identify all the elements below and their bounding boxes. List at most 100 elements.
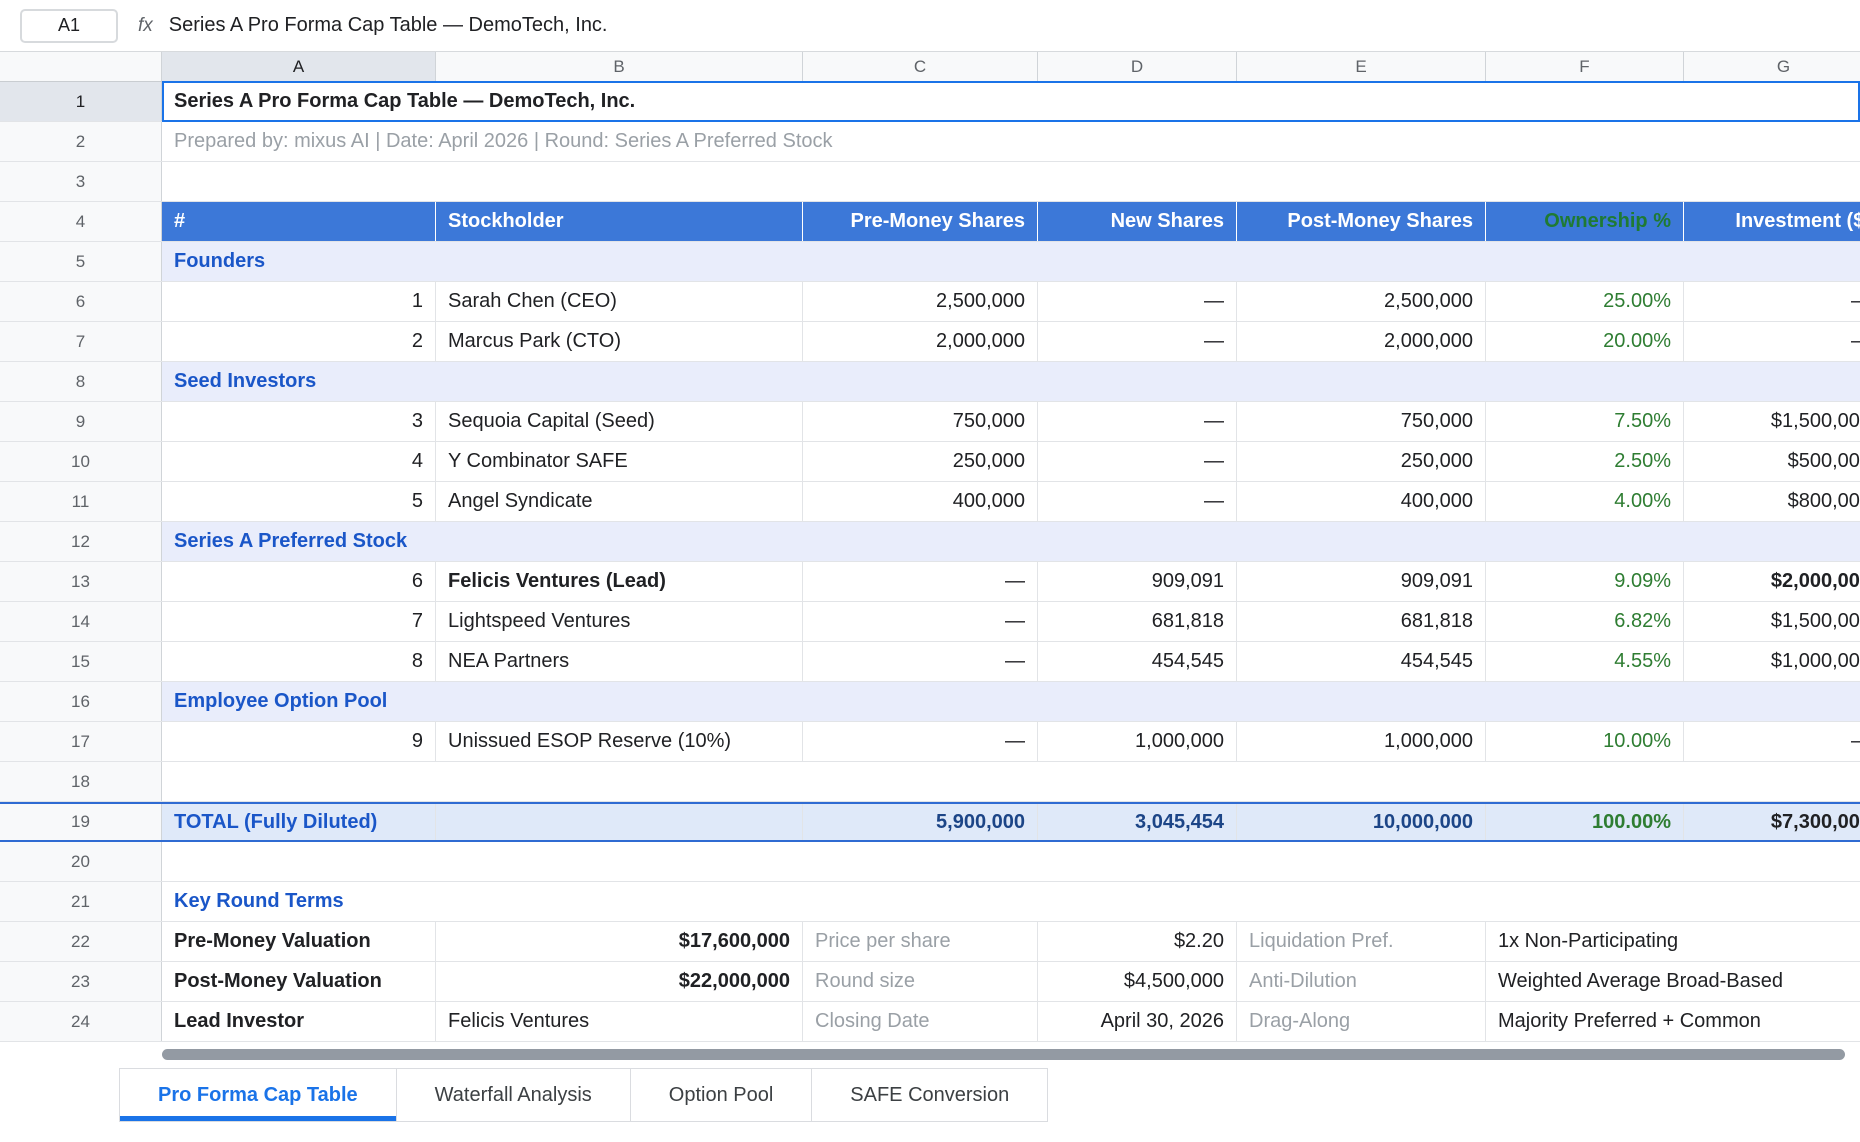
cell-A7[interactable]: 2 — [162, 322, 436, 361]
cell-G12[interactable] — [1684, 522, 1860, 561]
cell-E9[interactable]: 750,000 — [1237, 402, 1486, 441]
cell-A17[interactable]: 9 — [162, 722, 436, 761]
sheet-tab-waterfall-analysis[interactable]: Waterfall Analysis — [397, 1068, 631, 1122]
cell-F14[interactable]: 6.82% — [1486, 602, 1684, 641]
row-header-20[interactable]: 20 — [0, 842, 162, 881]
cell-C11[interactable]: 400,000 — [803, 482, 1038, 521]
cell-E3[interactable] — [1237, 162, 1486, 201]
cell-E13[interactable]: 909,091 — [1237, 562, 1486, 601]
cell-F22[interactable]: 1x Non-Participating — [1486, 922, 1684, 961]
cell-G16[interactable] — [1684, 682, 1860, 721]
cell-E19[interactable]: 10,000,000 — [1237, 804, 1486, 840]
cell-F8[interactable] — [1486, 362, 1684, 401]
cell-F18[interactable] — [1486, 762, 1684, 801]
cell-A9[interactable]: 3 — [162, 402, 436, 441]
row-header-11[interactable]: 11 — [0, 482, 162, 521]
cell-F21[interactable] — [1486, 882, 1684, 921]
cell-E18[interactable] — [1237, 762, 1486, 801]
cell-G9[interactable]: $1,500,000 — [1684, 402, 1860, 441]
cell-B17[interactable]: Unissued ESOP Reserve (10%) — [436, 722, 803, 761]
cell-C13[interactable]: — — [803, 562, 1038, 601]
cell-D10[interactable]: — — [1038, 442, 1237, 481]
cell-C14[interactable]: — — [803, 602, 1038, 641]
select-all-corner[interactable] — [0, 52, 162, 81]
cell-B14[interactable]: Lightspeed Ventures — [436, 602, 803, 641]
cell-G21[interactable] — [1684, 882, 1860, 921]
cell-B6[interactable]: Sarah Chen (CEO) — [436, 282, 803, 321]
cell-G10[interactable]: $500,000 — [1684, 442, 1860, 481]
cell-C1[interactable] — [803, 82, 1038, 121]
cell-A20[interactable] — [162, 842, 436, 881]
cell-F3[interactable] — [1486, 162, 1684, 201]
cell-B24[interactable]: Felicis Ventures — [436, 1002, 803, 1041]
cell-A14[interactable]: 7 — [162, 602, 436, 641]
cell-B12[interactable] — [436, 522, 803, 561]
cell-D23[interactable]: $4,500,000 — [1038, 962, 1237, 1001]
cell-B5[interactable] — [436, 242, 803, 281]
cell-D21[interactable] — [1038, 882, 1237, 921]
cell-F12[interactable] — [1486, 522, 1684, 561]
cell-A11[interactable]: 5 — [162, 482, 436, 521]
horizontal-scrollbar-thumb[interactable] — [162, 1049, 1845, 1060]
cell-G8[interactable] — [1684, 362, 1860, 401]
cell-A2[interactable]: Prepared by: mixus AI | Date: April 2026… — [162, 122, 436, 161]
cell-D16[interactable] — [1038, 682, 1237, 721]
cell-F17[interactable]: 10.00% — [1486, 722, 1684, 761]
cell-G7[interactable]: — — [1684, 322, 1860, 361]
cell-F10[interactable]: 2.50% — [1486, 442, 1684, 481]
cell-F6[interactable]: 25.00% — [1486, 282, 1684, 321]
cell-D24[interactable]: April 30, 2026 — [1038, 1002, 1237, 1041]
cell-F19[interactable]: 100.00% — [1486, 804, 1684, 840]
sheet-tab-pro-forma-cap-table[interactable]: Pro Forma Cap Table — [119, 1068, 397, 1122]
row-header-7[interactable]: 7 — [0, 322, 162, 361]
cell-D12[interactable] — [1038, 522, 1237, 561]
cell-B18[interactable] — [436, 762, 803, 801]
cell-F4[interactable]: Ownership % — [1486, 202, 1684, 241]
cell-G1[interactable] — [1684, 82, 1860, 121]
cell-F24[interactable]: Majority Preferred + Common — [1486, 1002, 1684, 1041]
cell-E21[interactable] — [1237, 882, 1486, 921]
cell-G22[interactable] — [1684, 922, 1860, 961]
cell-E20[interactable] — [1237, 842, 1486, 881]
row-header-19[interactable]: 19 — [0, 804, 162, 840]
cell-B4[interactable]: Stockholder — [436, 202, 803, 241]
cell-A22[interactable]: Pre-Money Valuation — [162, 922, 436, 961]
cell-E16[interactable] — [1237, 682, 1486, 721]
cell-C8[interactable] — [803, 362, 1038, 401]
cell-D14[interactable]: 681,818 — [1038, 602, 1237, 641]
row-header-18[interactable]: 18 — [0, 762, 162, 801]
cell-F20[interactable] — [1486, 842, 1684, 881]
cell-A16[interactable]: Employee Option Pool — [162, 682, 436, 721]
cell-G18[interactable] — [1684, 762, 1860, 801]
row-header-6[interactable]: 6 — [0, 282, 162, 321]
cell-F16[interactable] — [1486, 682, 1684, 721]
cell-C5[interactable] — [803, 242, 1038, 281]
cell-C2[interactable] — [803, 122, 1038, 161]
cell-D6[interactable]: — — [1038, 282, 1237, 321]
cell-E5[interactable] — [1237, 242, 1486, 281]
cell-G20[interactable] — [1684, 842, 1860, 881]
cell-D19[interactable]: 3,045,454 — [1038, 804, 1237, 840]
row-header-23[interactable]: 23 — [0, 962, 162, 1001]
column-header-A[interactable]: A — [162, 52, 436, 81]
cell-C10[interactable]: 250,000 — [803, 442, 1038, 481]
cell-F11[interactable]: 4.00% — [1486, 482, 1684, 521]
cell-D18[interactable] — [1038, 762, 1237, 801]
cell-B22[interactable]: $17,600,000 — [436, 922, 803, 961]
cell-F1[interactable] — [1486, 82, 1684, 121]
column-header-G[interactable]: G — [1684, 52, 1860, 81]
cell-E8[interactable] — [1237, 362, 1486, 401]
column-header-E[interactable]: E — [1237, 52, 1486, 81]
row-header-8[interactable]: 8 — [0, 362, 162, 401]
cell-E4[interactable]: Post-Money Shares — [1237, 202, 1486, 241]
cell-D22[interactable]: $2.20 — [1038, 922, 1237, 961]
cell-B15[interactable]: NEA Partners — [436, 642, 803, 681]
cell-B10[interactable]: Y Combinator SAFE — [436, 442, 803, 481]
cell-B7[interactable]: Marcus Park (CTO) — [436, 322, 803, 361]
row-header-21[interactable]: 21 — [0, 882, 162, 921]
cell-D5[interactable] — [1038, 242, 1237, 281]
cell-A10[interactable]: 4 — [162, 442, 436, 481]
row-header-17[interactable]: 17 — [0, 722, 162, 761]
cell-B3[interactable] — [436, 162, 803, 201]
row-header-15[interactable]: 15 — [0, 642, 162, 681]
